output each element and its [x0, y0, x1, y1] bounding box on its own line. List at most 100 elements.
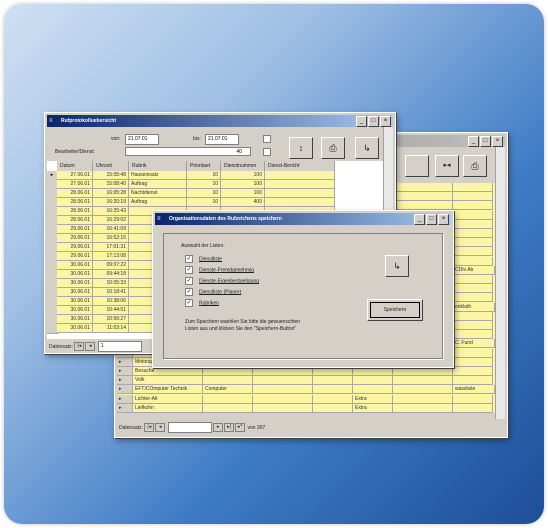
column-header[interactable]: Dienstnummer — [221, 161, 265, 171]
table-row[interactable]: 28.06.01 16:05:28 Nachtdienst 10 100 — [47, 189, 383, 199]
table-cell[interactable]: ▸ — [117, 394, 133, 404]
table-cell[interactable]: 28.06.01 — [57, 207, 93, 216]
table-cell[interactable] — [453, 330, 493, 340]
table-row[interactable]: ▸ Liefkohn Extra — [117, 403, 495, 413]
dialog-exit-button[interactable]: ↳ — [385, 255, 409, 277]
table-cell[interactable]: 17:13:08 — [93, 252, 129, 261]
table-cell[interactable] — [265, 198, 335, 207]
table-cell[interactable]: Liefkohn — [133, 403, 203, 413]
table-cell[interactable] — [265, 171, 335, 180]
table-row[interactable]: ▸ Besuche — [117, 367, 495, 376]
list-option[interactable]: ✓ Rubriken — [185, 299, 219, 307]
list-option[interactable]: ✓ Dienstliste — [185, 255, 222, 263]
table-cell[interactable] — [453, 348, 493, 358]
back-toolbar-navigate-button[interactable]: ▸◂ — [435, 155, 459, 177]
table-cell[interactable] — [453, 311, 493, 321]
table-cell[interactable] — [453, 367, 493, 376]
table-cell[interactable] — [453, 293, 493, 303]
prev-record-icon[interactable]: ◂ — [155, 423, 166, 432]
table-cell[interactable] — [453, 229, 493, 238]
minimize-icon[interactable]: _ — [356, 116, 367, 127]
table-cell[interactable] — [265, 180, 335, 189]
table-cell[interactable] — [203, 403, 253, 413]
table-cell[interactable]: 16:25:43 — [93, 207, 129, 216]
table-cell[interactable]: wassliste — [453, 385, 495, 395]
table-cell[interactable]: EFT/COmputer Technik — [133, 385, 203, 395]
table-cell[interactable]: 30.06.01 — [57, 261, 93, 270]
table-cell[interactable]: ▸ — [117, 367, 133, 376]
table-cell[interactable]: 100 — [221, 171, 265, 180]
table-cell[interactable]: 15:05:48 — [93, 171, 129, 180]
minimize-icon[interactable]: _ — [414, 214, 425, 225]
table-cell[interactable]: 30.06.01 — [57, 270, 93, 279]
table-cell[interactable]: Volk — [133, 376, 203, 386]
table-cell[interactable] — [453, 219, 493, 229]
table-cell[interactable]: 16:41:09 — [93, 225, 129, 234]
table-cell[interactable]: Besuche — [133, 367, 203, 376]
table-cell[interactable] — [253, 385, 313, 395]
first-record-icon[interactable]: |◂ — [144, 423, 155, 432]
table-cell[interactable] — [203, 367, 253, 376]
table-cell[interactable]: Hauseinsatz — [129, 171, 187, 180]
option-checkbox[interactable]: ✓ — [185, 299, 193, 307]
table-cell[interactable]: CDtv Ab — [453, 265, 495, 275]
table-cell[interactable] — [453, 394, 493, 404]
table-cell[interactable] — [453, 238, 493, 248]
close-icon[interactable]: × — [492, 136, 503, 147]
table-cell[interactable]: 09:44:18 — [93, 270, 129, 279]
table-cell[interactable]: onklath — [453, 302, 495, 312]
table-cell[interactable]: 29.06.01 — [57, 243, 93, 252]
back-record-field[interactable] — [167, 422, 212, 433]
table-cell[interactable] — [453, 210, 493, 220]
column-header[interactable]: Dienst-Bericht — [265, 161, 335, 171]
table-cell[interactable]: 100 — [221, 189, 265, 198]
table-cell[interactable]: 16:20:19 — [93, 198, 129, 207]
table-cell[interactable]: 16:52:15 — [93, 234, 129, 243]
main-record-field[interactable]: 1 — [97, 341, 142, 352]
table-cell[interactable] — [393, 385, 453, 395]
close-icon[interactable]: × — [380, 116, 391, 127]
table-cell[interactable]: 29.06.01 — [57, 225, 93, 234]
table-cell[interactable]: ▸ — [117, 385, 133, 395]
table-cell[interactable] — [353, 376, 393, 386]
table-cell[interactable]: 28.06.01 — [57, 216, 93, 225]
option-checkbox[interactable]: ✓ — [185, 288, 193, 296]
table-cell[interactable]: 15:08:40 — [93, 180, 129, 189]
table-cell[interactable] — [353, 367, 393, 376]
table-cell[interactable]: 10:44:51 — [93, 306, 129, 315]
table-cell[interactable] — [353, 385, 393, 395]
table-cell[interactable] — [453, 183, 493, 192]
list-option[interactable]: ✓ Dienste-Eigenbestaetigung — [185, 277, 259, 285]
table-cell[interactable]: 30.06.01 — [57, 324, 93, 333]
table-cell[interactable] — [393, 394, 453, 404]
list-option[interactable]: ✓ Dienstliste (Planer) — [185, 288, 241, 296]
save-button[interactable]: Speichern — [367, 299, 423, 321]
table-cell[interactable]: Auftrag — [129, 180, 187, 189]
maximize-icon[interactable]: □ — [368, 116, 379, 127]
bis-date-field[interactable]: 21.07.01 — [205, 134, 239, 145]
table-row[interactable]: ▸ Lichter-Alt Extra — [117, 394, 495, 404]
table-cell[interactable] — [393, 376, 453, 386]
table-cell[interactable]: 27.06.01 — [57, 180, 93, 189]
table-cell[interactable]: 30.06.01 — [57, 288, 93, 297]
filter-checkbox[interactable] — [263, 148, 271, 156]
table-cell[interactable] — [453, 403, 493, 413]
table-cell[interactable] — [393, 183, 453, 192]
table-cell[interactable]: 10:05:33 — [93, 279, 129, 288]
table-cell[interactable]: 30.06.01 — [57, 297, 93, 306]
table-cell[interactable] — [265, 189, 335, 198]
table-cell[interactable]: 28.06.01 — [57, 189, 93, 198]
prev-record-icon[interactable]: ◂ — [85, 342, 96, 351]
table-cell[interactable]: 400 — [221, 198, 265, 207]
table-cell[interactable]: Auftrag — [129, 198, 187, 207]
table-cell[interactable] — [253, 376, 313, 386]
column-header[interactable]: Rubrik — [129, 161, 187, 171]
exit-button[interactable]: ↳ — [355, 137, 379, 159]
table-cell[interactable] — [313, 403, 353, 413]
back-toolbar-button-1[interactable] — [405, 155, 429, 177]
table-cell[interactable] — [453, 376, 493, 386]
option-checkbox[interactable]: ✓ — [185, 277, 193, 285]
table-cell[interactable] — [313, 367, 353, 376]
table-cell[interactable] — [253, 394, 313, 404]
maximize-icon[interactable]: □ — [480, 136, 491, 147]
